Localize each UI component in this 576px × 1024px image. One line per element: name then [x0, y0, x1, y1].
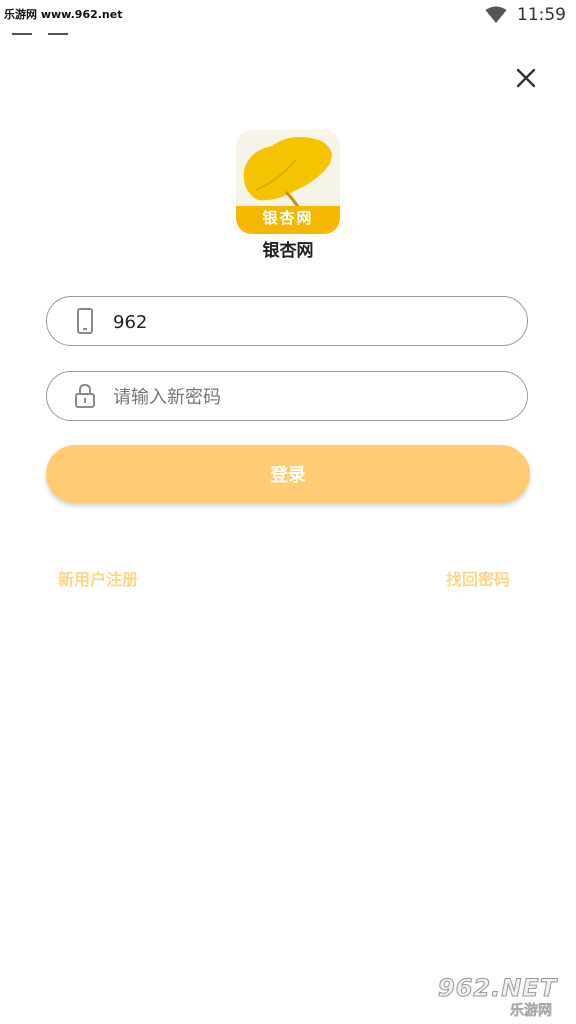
clock: 11:59 — [517, 5, 566, 25]
password-input[interactable] — [111, 380, 505, 414]
app-logo: 银杏网 — [236, 130, 340, 234]
wifi-icon — [485, 6, 507, 23]
login-button[interactable]: 登录 — [46, 445, 530, 503]
password-field[interactable] — [46, 371, 528, 421]
brand-watermark-top: 962.NET — [437, 974, 558, 1003]
brand-watermark-bottom: 乐游网 — [510, 1003, 553, 1020]
lock-icon — [75, 383, 95, 408]
phone-field[interactable] — [46, 296, 528, 346]
status-bar: 乐游网 www.962.net 11:59 — [0, 0, 576, 35]
phone-input[interactable] — [111, 305, 505, 339]
phone-icon — [77, 308, 93, 334]
forgot-password-link[interactable]: 找回密码 — [446, 566, 510, 590]
close-button[interactable] — [510, 62, 542, 94]
app-name: 银杏网 — [262, 241, 314, 261]
notification-icons — [12, 20, 84, 39]
register-link[interactable]: 新用户注册 — [58, 566, 138, 590]
logo-text: 银杏网 — [262, 209, 314, 227]
brand-watermark: 962.NET 乐游网 — [437, 974, 570, 1020]
close-icon — [516, 68, 536, 88]
status-bar-right: 11:59 — [485, 2, 566, 28]
